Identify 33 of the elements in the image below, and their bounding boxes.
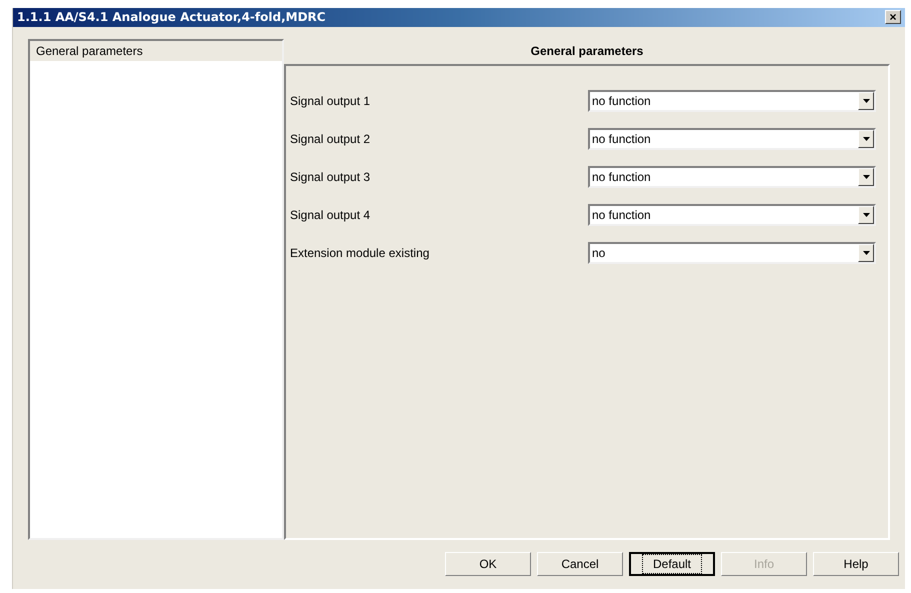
dropdown-field[interactable]: no function — [588, 166, 876, 188]
caret-icon — [862, 174, 870, 179]
panel-title: General parameters — [530, 43, 644, 60]
dropdown-arrow-button[interactable] — [858, 206, 874, 224]
dropdown-arrow-button[interactable] — [858, 244, 874, 262]
dropdown-arrow-button[interactable] — [858, 130, 874, 148]
dialog-button[interactable]: Default — [629, 552, 715, 576]
dropdown-field[interactable]: no function — [588, 90, 876, 112]
dropdown-field[interactable]: no function — [588, 128, 876, 150]
sidebar-item[interactable]: General parameters — [30, 40, 282, 61]
caret-icon — [862, 250, 870, 255]
parameter-label: Extension module existing — [290, 244, 430, 262]
dropdown-value: no function — [591, 168, 651, 186]
caret-icon — [862, 98, 870, 103]
dropdown-arrow-button[interactable] — [858, 92, 874, 110]
caret-icon — [862, 136, 870, 141]
parameter-label: Signal output 3 — [290, 168, 370, 186]
dropdown-value: no function — [591, 130, 651, 148]
dropdown-field[interactable]: no function — [588, 204, 876, 226]
close-button[interactable]: × — [885, 10, 901, 24]
caret-icon — [862, 212, 870, 217]
dropdown-arrow-button[interactable] — [858, 168, 874, 186]
dropdown-value: no function — [591, 206, 651, 224]
dialog-button[interactable]: Cancel — [537, 552, 623, 576]
dropdown-field[interactable]: no — [588, 242, 876, 264]
parameter-label: Signal output 1 — [290, 92, 370, 110]
dropdown-value: no — [591, 244, 606, 262]
dialog-button[interactable]: OK — [445, 552, 531, 576]
window-title: 1.1.1 AA/S4.1 Analogue Actuator,4-fold,MDRC — [17, 9, 326, 26]
parameter-label: Signal output 4 — [290, 206, 370, 224]
dialog-button[interactable]: Help — [813, 552, 899, 576]
dropdown-value: no function — [591, 92, 651, 110]
parameter-label: Signal output 2 — [290, 130, 370, 148]
